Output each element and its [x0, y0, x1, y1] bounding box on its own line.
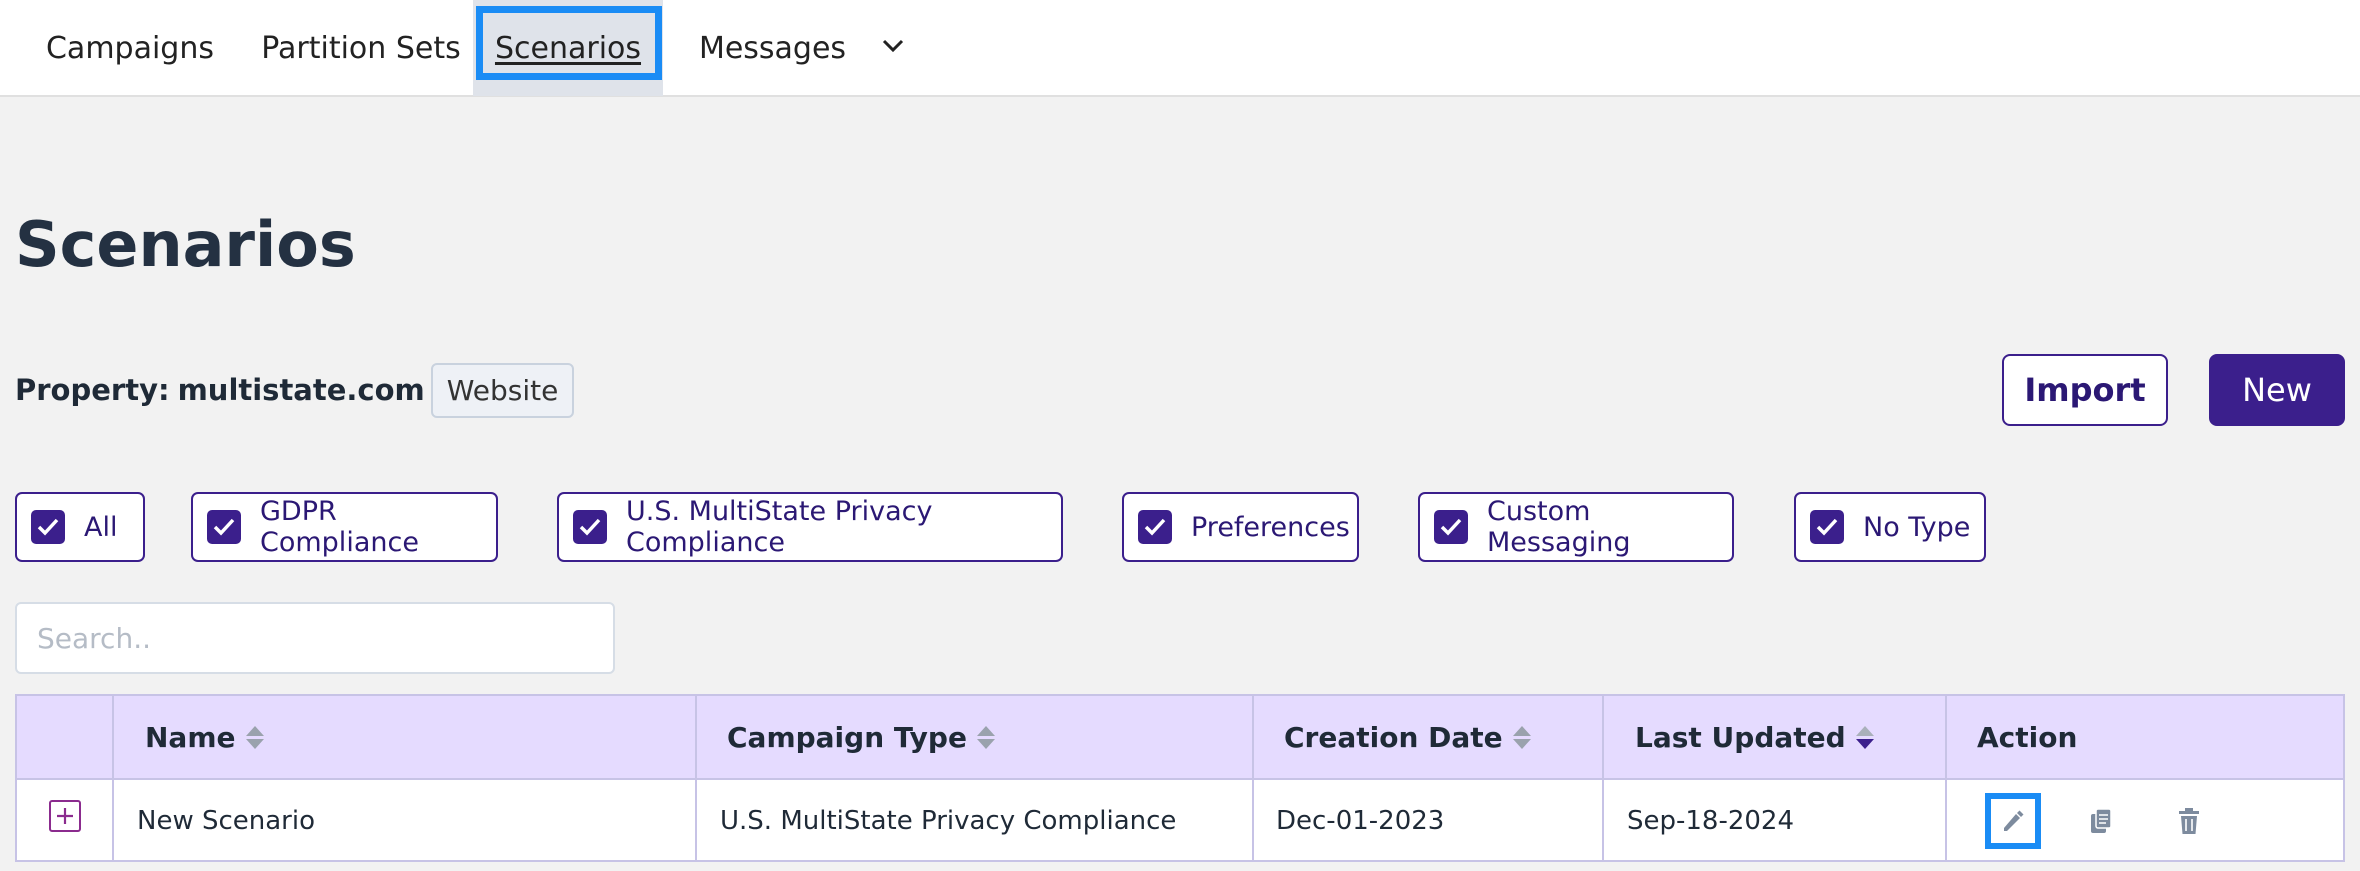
checkbox-checked-icon[interactable]	[1434, 510, 1468, 544]
filter-custom-messaging[interactable]: Custom Messaging	[1418, 492, 1734, 562]
column-header-creation-date[interactable]: Creation Date	[1284, 696, 1531, 778]
filter-all[interactable]: All	[15, 492, 145, 562]
top-nav: Campaigns Partition Sets Scenarios Messa…	[0, 0, 2360, 97]
expand-plus-icon[interactable]	[49, 800, 81, 832]
tab-partition-sets[interactable]: Partition Sets	[246, 0, 476, 96]
column-header-campaign-type[interactable]: Campaign Type	[727, 696, 995, 778]
sort-desc-icon[interactable]	[1855, 725, 1874, 749]
column-label: Campaign Type	[727, 720, 967, 754]
copy-icon[interactable]	[2079, 799, 2123, 843]
property-label: Property:	[15, 373, 170, 407]
checkbox-checked-icon[interactable]	[1138, 510, 1172, 544]
filter-label: U.S. MultiState Privacy Compliance	[626, 496, 933, 558]
sort-icon[interactable]	[976, 725, 995, 749]
table-header: Name Campaign Type Creation Date Last Up…	[17, 696, 2343, 780]
filter-gdpr-compliance[interactable]: GDPR Compliance	[191, 492, 498, 562]
column-label: Creation Date	[1284, 720, 1503, 754]
tab-label: Messages	[698, 30, 847, 66]
tab-label: Partition Sets	[261, 30, 461, 66]
checkbox-checked-icon[interactable]	[207, 510, 241, 544]
tab-label: Scenarios	[494, 30, 642, 66]
column-label: Name	[145, 720, 236, 754]
column-header-name[interactable]: Name	[145, 696, 264, 778]
filter-label: All	[84, 511, 118, 543]
scenarios-table: Name Campaign Type Creation Date Last Up…	[15, 694, 2345, 862]
property-type-badge: Website	[430, 362, 575, 418]
pencil-icon[interactable]	[1991, 799, 2035, 843]
filter-label: No Type	[1863, 511, 1971, 543]
column-label: Last Updated	[1635, 720, 1846, 754]
checkbox-checked-icon[interactable]	[573, 510, 607, 544]
search-input[interactable]	[15, 602, 615, 674]
tab-label: Campaigns	[45, 30, 214, 66]
tab-scenarios[interactable]: Scenarios	[473, 0, 663, 96]
new-button[interactable]: New	[2209, 354, 2345, 426]
filter-no-type[interactable]: No Type	[1794, 492, 1986, 562]
column-label: Action	[1977, 720, 2078, 754]
filter-label: Preferences	[1191, 511, 1350, 543]
cell-last-updated: Sep-18-2024	[1627, 806, 1795, 836]
table-row: New Scenario U.S. MultiState Privacy Com…	[17, 780, 2343, 862]
import-button[interactable]: Import	[2002, 354, 2168, 426]
page-title: Scenarios	[15, 208, 356, 281]
cell-campaign-type: U.S. MultiState Privacy Compliance	[720, 806, 1177, 836]
sort-icon[interactable]	[245, 725, 264, 749]
property-row: Property: multistate.com Website	[15, 362, 575, 418]
checkbox-checked-icon[interactable]	[1810, 510, 1844, 544]
checkbox-checked-icon[interactable]	[31, 510, 65, 544]
filter-us-multistate[interactable]: U.S. MultiState Privacy Compliance	[557, 492, 1063, 562]
trash-icon[interactable]	[2167, 799, 2211, 843]
cell-name: New Scenario	[137, 806, 316, 836]
sort-icon[interactable]	[1512, 725, 1531, 749]
cell-creation-date: Dec-01-2023	[1276, 806, 1445, 836]
tab-campaigns[interactable]: Campaigns	[30, 0, 230, 96]
property-value: multistate.com	[177, 373, 425, 407]
column-header-action: Action	[1977, 696, 2077, 778]
filter-preferences[interactable]: Preferences	[1122, 492, 1359, 562]
tab-messages[interactable]: Messages	[680, 0, 865, 96]
filter-label: GDPR Compliance	[260, 496, 419, 558]
filter-label: Custom Messaging	[1487, 496, 1631, 558]
column-header-last-updated[interactable]: Last Updated	[1635, 696, 1874, 778]
chevron-down-icon[interactable]	[873, 26, 913, 66]
